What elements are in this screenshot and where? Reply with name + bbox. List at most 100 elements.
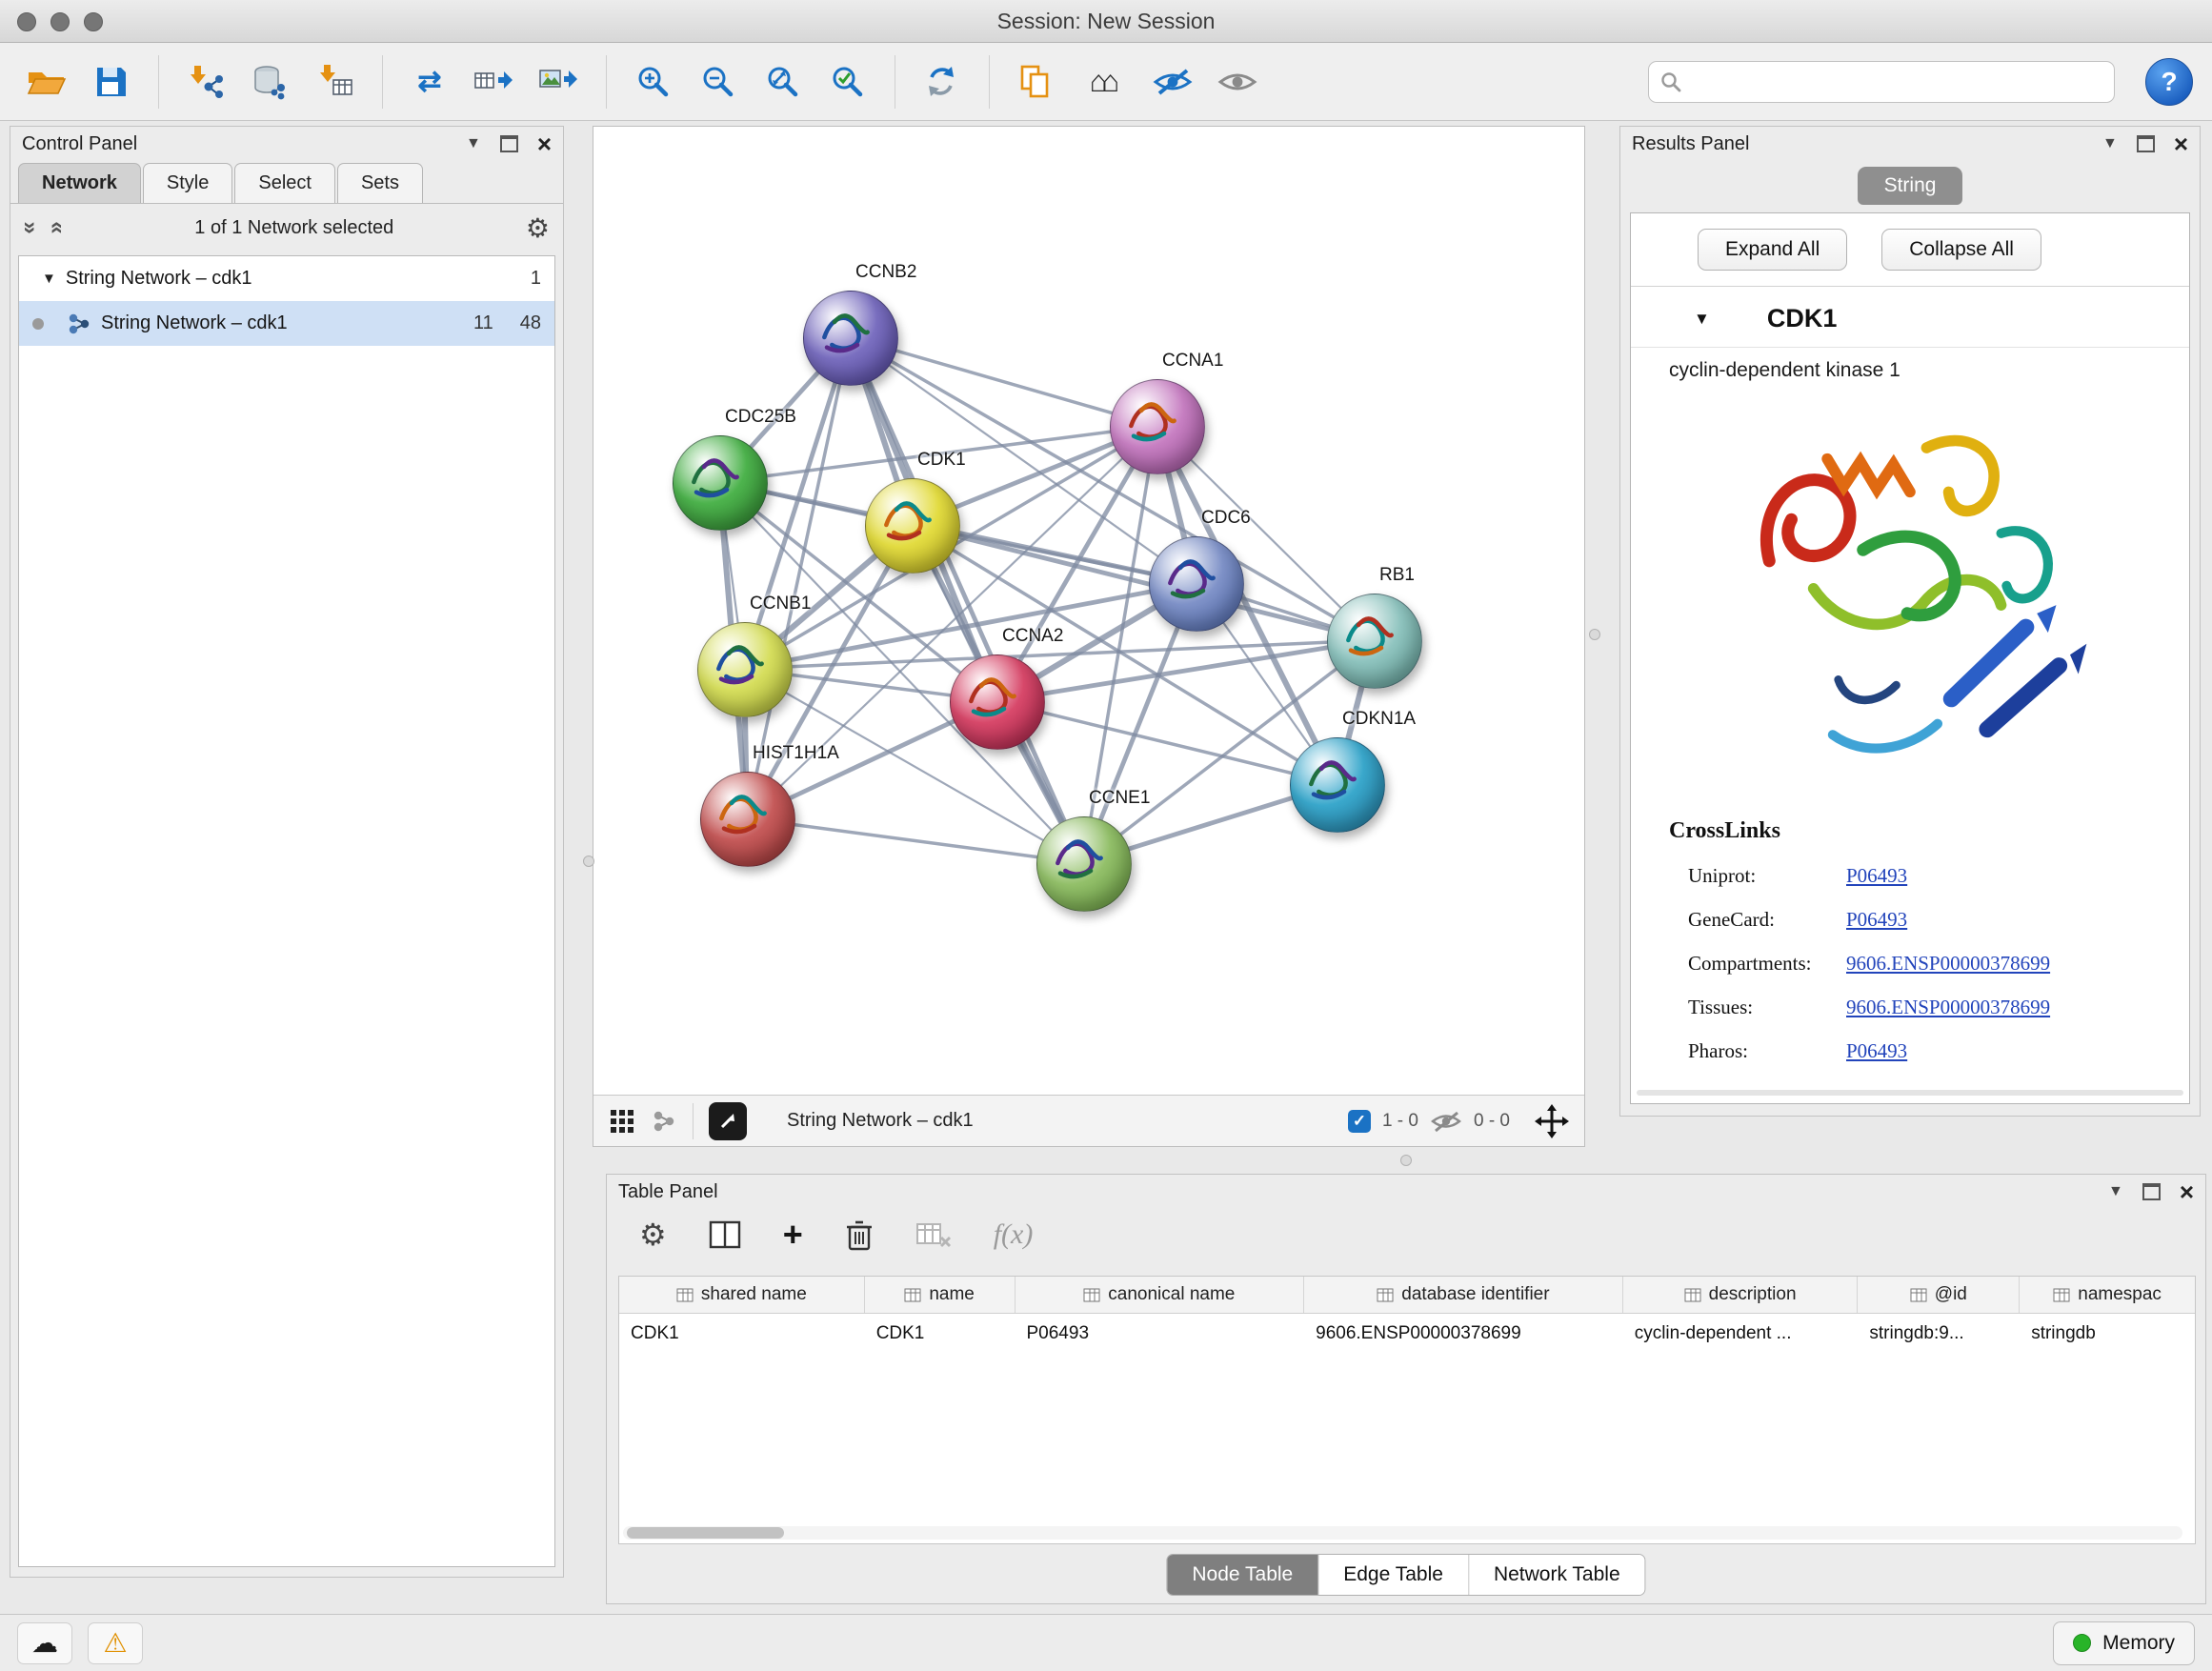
- network-node-CDC6[interactable]: [1149, 536, 1244, 632]
- table-cell[interactable]: stringdb: [2020, 1314, 2195, 1354]
- network-options-gear-icon[interactable]: ⚙: [526, 212, 550, 244]
- refresh-layout-button[interactable]: [915, 53, 970, 111]
- birds-eye-toggle[interactable]: [709, 1102, 747, 1140]
- column-header[interactable]: database identifier: [1304, 1277, 1623, 1313]
- float-panel-icon[interactable]: [500, 135, 518, 152]
- warnings-button[interactable]: ⚠: [88, 1622, 143, 1664]
- pan-crosshair-icon[interactable]: [1535, 1104, 1569, 1138]
- string-tab-badge[interactable]: String: [1858, 167, 1963, 205]
- tab-style[interactable]: Style: [143, 163, 232, 203]
- panel-menu-icon[interactable]: ▼: [2102, 135, 2118, 152]
- tab-edge-table[interactable]: Edge Table: [1318, 1555, 1469, 1595]
- float-panel-icon[interactable]: [2137, 135, 2155, 152]
- table-row[interactable]: CDK1 CDK1 P06493 9606.ENSP00000378699 cy…: [619, 1314, 2195, 1354]
- column-header[interactable]: name: [865, 1277, 1016, 1313]
- network-node-CCNB1[interactable]: [697, 622, 793, 717]
- zoom-fit-button[interactable]: [755, 53, 811, 111]
- column-header[interactable]: shared name: [619, 1277, 865, 1313]
- show-all-button[interactable]: [1210, 53, 1265, 111]
- close-panel-icon[interactable]: ×: [537, 131, 552, 156]
- table-cell[interactable]: CDK1: [619, 1314, 865, 1354]
- import-network-database-button[interactable]: [243, 53, 298, 111]
- grid-view-icon[interactable]: [609, 1108, 635, 1135]
- add-column-icon[interactable]: +: [783, 1218, 803, 1252]
- splitter-handle[interactable]: [1589, 629, 1600, 640]
- column-header[interactable]: description: [1623, 1277, 1859, 1313]
- tab-sets[interactable]: Sets: [337, 163, 423, 203]
- column-header[interactable]: namespac: [2020, 1277, 2195, 1313]
- close-window-button[interactable]: [17, 12, 36, 31]
- copy-document-button[interactable]: [1009, 53, 1064, 111]
- open-session-button[interactable]: [19, 53, 74, 111]
- expand-all-icon[interactable]: »: [43, 221, 70, 233]
- hide-selected-button[interactable]: [1145, 53, 1200, 111]
- export-table-button[interactable]: [467, 53, 522, 111]
- tab-node-table[interactable]: Node Table: [1167, 1555, 1318, 1595]
- home-icon[interactable]: ⌂⌂: [1074, 53, 1136, 111]
- zoom-out-button[interactable]: [691, 53, 746, 111]
- column-header[interactable]: @id: [1858, 1277, 2020, 1313]
- import-network-file-button[interactable]: [178, 53, 233, 111]
- zoom-selected-button[interactable]: [820, 53, 875, 111]
- import-table-button[interactable]: [308, 53, 363, 111]
- column-header[interactable]: canonical name: [1016, 1277, 1305, 1313]
- network-node-HIST1H1A[interactable]: [700, 772, 795, 867]
- close-panel-icon[interactable]: ×: [2180, 1179, 2194, 1204]
- network-list-icon[interactable]: [651, 1108, 677, 1135]
- search-input[interactable]: [1689, 70, 2102, 93]
- splitter-handle[interactable]: [1400, 1155, 1412, 1166]
- crosslink-link[interactable]: P06493: [1846, 1039, 1907, 1063]
- network-row[interactable]: String Network – cdk1 11 48: [19, 301, 554, 346]
- section-collapse-icon[interactable]: ▼: [1694, 310, 1710, 329]
- table-cell[interactable]: stringdb:9...: [1858, 1314, 2020, 1354]
- selected-checkbox-icon[interactable]: ✓: [1348, 1110, 1371, 1133]
- panel-menu-icon[interactable]: ▼: [466, 135, 481, 152]
- tree-expand-icon[interactable]: ▼: [42, 271, 56, 287]
- tab-network-table[interactable]: Network Table: [1469, 1555, 1645, 1595]
- network-node-CCNA2[interactable]: [950, 654, 1045, 750]
- tab-network[interactable]: Network: [18, 163, 141, 203]
- results-scrollbar[interactable]: [1637, 1090, 2183, 1096]
- table-cell[interactable]: cyclin-dependent ...: [1623, 1314, 1859, 1354]
- tab-select[interactable]: Select: [234, 163, 335, 203]
- network-node-CCNB2[interactable]: [803, 291, 898, 386]
- network-node-CCNE1[interactable]: [1036, 816, 1132, 912]
- horizontal-scrollbar[interactable]: [623, 1526, 2182, 1540]
- network-node-CDC25B[interactable]: [673, 435, 768, 531]
- network-edge[interactable]: [996, 701, 1337, 784]
- maximize-window-button[interactable]: [84, 12, 103, 31]
- table-cell[interactable]: CDK1: [865, 1314, 1016, 1354]
- network-node-CDKN1A[interactable]: [1290, 737, 1385, 833]
- network-edge[interactable]: [850, 337, 1083, 863]
- scrollbar-thumb[interactable]: [627, 1527, 784, 1539]
- cloud-status-button[interactable]: ☁: [17, 1622, 72, 1664]
- network-canvas[interactable]: CCNB2CCNA1CDC25BCDK1CDC6RB1CCNB1CCNA2CDK…: [593, 127, 1584, 1095]
- panel-menu-icon[interactable]: ▼: [2108, 1183, 2123, 1200]
- help-button[interactable]: ?: [2145, 58, 2193, 106]
- delete-column-trash-icon[interactable]: [845, 1218, 874, 1251]
- network-node-CDK1[interactable]: [865, 478, 960, 574]
- expand-all-button[interactable]: Expand All: [1698, 229, 1847, 271]
- protein-section-header[interactable]: ▼ CDK1: [1631, 287, 2189, 348]
- table-options-gear-icon[interactable]: ⚙: [639, 1217, 667, 1253]
- crosslink-link[interactable]: 9606.ENSP00000378699: [1846, 952, 2050, 976]
- crosslink-link[interactable]: P06493: [1846, 864, 1907, 888]
- crosslink-link[interactable]: P06493: [1846, 908, 1907, 932]
- splitter-handle[interactable]: [583, 856, 594, 867]
- network-edge[interactable]: [747, 818, 1083, 863]
- collapse-all-icon[interactable]: »: [17, 221, 44, 233]
- export-image-button[interactable]: [532, 53, 587, 111]
- table-cell[interactable]: 9606.ENSP00000378699: [1304, 1314, 1623, 1354]
- table-cell[interactable]: P06493: [1016, 1314, 1305, 1354]
- network-node-CCNA1[interactable]: [1110, 379, 1205, 474]
- close-panel-icon[interactable]: ×: [2174, 131, 2188, 156]
- minimize-window-button[interactable]: [50, 12, 70, 31]
- memory-button[interactable]: Memory: [2053, 1621, 2195, 1665]
- network-node-RB1[interactable]: [1327, 594, 1422, 689]
- collapse-all-button[interactable]: Collapse All: [1881, 229, 2041, 271]
- zoom-in-button[interactable]: [626, 53, 681, 111]
- crosslink-link[interactable]: 9606.ENSP00000378699: [1846, 996, 2050, 1019]
- show-columns-icon[interactable]: [709, 1220, 741, 1249]
- network-collection-row[interactable]: ▼ String Network – cdk1 1: [19, 256, 554, 301]
- float-panel-icon[interactable]: [2142, 1183, 2161, 1200]
